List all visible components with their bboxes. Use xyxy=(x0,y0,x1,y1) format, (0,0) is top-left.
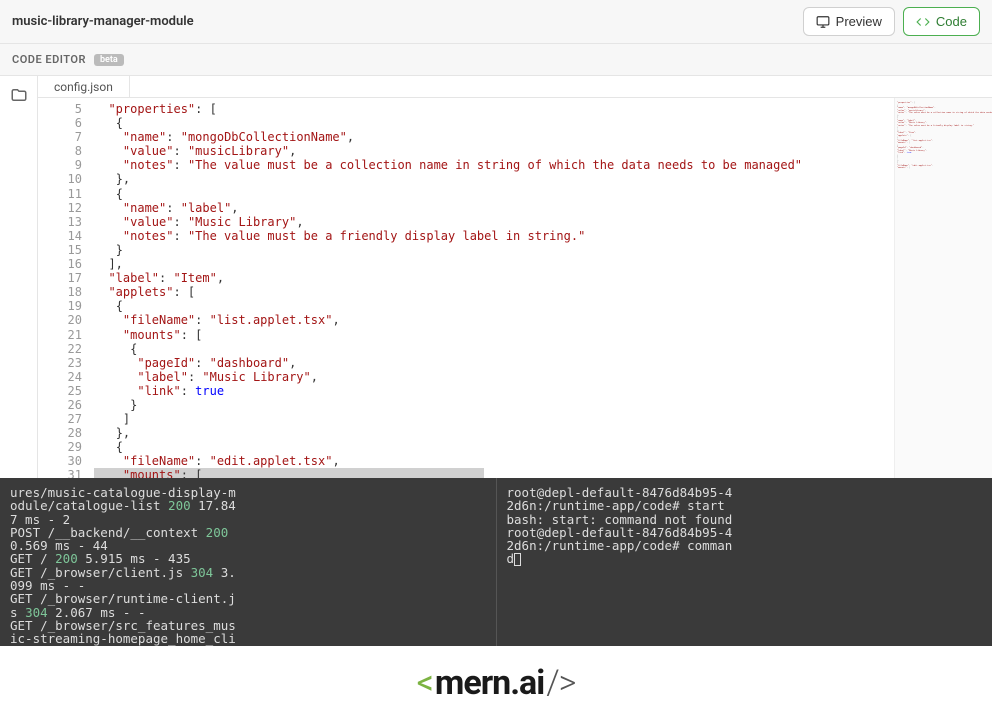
beta-badge: beta xyxy=(94,54,124,66)
topbar-actions: Preview Code xyxy=(803,7,980,36)
subheader-title: CODE EDITOR xyxy=(12,53,86,66)
preview-button[interactable]: Preview xyxy=(803,7,895,36)
slash-angle-icon: /> xyxy=(546,663,575,703)
preview-label: Preview xyxy=(836,14,882,29)
code-body[interactable]: "properties": [ { "name": "mongoDbCollec… xyxy=(94,98,894,478)
editor-area: config.json 5678910111213141516171819202… xyxy=(38,76,992,478)
terminals: ures/music-catalogue-display-module/cata… xyxy=(0,478,992,646)
topbar: music-library-manager-module Preview Cod… xyxy=(0,0,992,44)
code-container[interactable]: 5678910111213141516171819202122232425262… xyxy=(38,98,992,478)
tabs: config.json xyxy=(38,76,992,98)
tab-config[interactable]: config.json xyxy=(38,76,130,97)
brand-text: mern.ai xyxy=(435,663,544,703)
subheader: CODE EDITOR beta xyxy=(0,44,992,76)
angle-left-icon: < xyxy=(417,663,433,703)
workspace: config.json 5678910111213141516171819202… xyxy=(0,76,992,478)
brand-logo: <mern.ai/> xyxy=(417,663,576,703)
tab-label: config.json xyxy=(54,80,113,94)
folder-icon[interactable] xyxy=(10,86,28,104)
sidebar xyxy=(0,76,38,478)
minimap[interactable]: "properties": [ { "name": "mongoDbCollec… xyxy=(894,98,992,478)
footer: <mern.ai/> xyxy=(0,646,992,720)
terminal-right[interactable]: root@depl-default-8476d84b95-42d6n:/runt… xyxy=(497,478,992,646)
code-button[interactable]: Code xyxy=(903,7,980,36)
terminal-left[interactable]: ures/music-catalogue-display-module/cata… xyxy=(0,478,497,646)
monitor-icon xyxy=(816,15,830,29)
code-icon xyxy=(916,15,930,29)
code-label: Code xyxy=(936,14,967,29)
gutter: 5678910111213141516171819202122232425262… xyxy=(38,98,94,478)
project-title: music-library-manager-module xyxy=(12,14,194,29)
